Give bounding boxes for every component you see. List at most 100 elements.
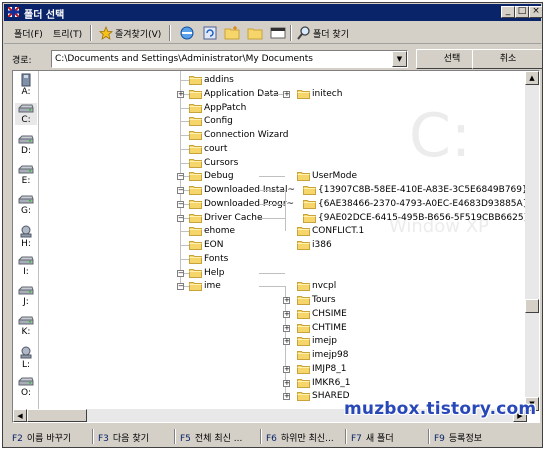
status-shortcut-f5[interactable]: F5 전체 최신 ... — [180, 431, 242, 444]
tree-node-label: {6AE38466-2370-4793-A0EC-E4683D93885A} — [318, 198, 527, 209]
tree-node[interactable]: Debug — [189, 169, 234, 183]
tree-guide-line — [259, 286, 285, 288]
tree-node[interactable]: court — [189, 142, 227, 156]
menu-tree[interactable]: 트리(T) — [53, 27, 82, 40]
view-icon[interactable] — [270, 25, 286, 41]
tree-node-label: Fonts — [204, 253, 229, 264]
drive-k[interactable]: K: — [15, 315, 37, 337]
menu-find-folder[interactable]: 폴더 찾기 — [313, 27, 349, 40]
tree-node[interactable]: imejp — [297, 334, 337, 348]
drive-l[interactable]: L: — [15, 346, 37, 370]
folder-icon — [189, 254, 202, 264]
folder-icon — [303, 186, 316, 195]
tree-node[interactable]: Cursors — [189, 156, 238, 170]
refresh-icon[interactable] — [202, 25, 218, 41]
status-shortcut-f9[interactable]: F9 등록정보 — [434, 431, 482, 444]
tree-node[interactable]: {6AE38466-2370-4793-A0EC-E4683D93885A} — [303, 197, 527, 211]
tree-node[interactable]: {9AE02DCE-6415-495B-B656-5F519CBB6625} — [303, 211, 527, 225]
tree-node[interactable]: Connection Wizard — [189, 128, 288, 142]
tree-node-label: Tours — [312, 295, 336, 305]
scroll-up-icon[interactable]: ▲ — [525, 71, 539, 85]
tree-node[interactable]: imejp98 — [297, 348, 348, 362]
drive-e[interactable]: E: — [15, 164, 37, 186]
drive-i[interactable]: I: — [15, 255, 37, 277]
expand-icon[interactable]: + — [283, 393, 290, 401]
tree-node[interactable]: Fonts — [189, 252, 228, 266]
drive-label: J: — [23, 297, 29, 308]
status-shortcut-f3[interactable]: F3 다음 찾기 — [98, 431, 149, 444]
scroll-thumb[interactable] — [525, 299, 539, 313]
minimize-button[interactable]: _ — [501, 6, 515, 18]
close-button[interactable]: × — [529, 6, 542, 18]
collapse-icon[interactable]: − — [177, 283, 184, 291]
hard-drive-icon — [18, 135, 34, 144]
tree-node[interactable]: CHTIME — [297, 321, 347, 335]
ie-icon[interactable] — [179, 25, 195, 41]
tree-node-label: imejp98 — [312, 350, 349, 360]
drive-c[interactable]: C: — [15, 103, 37, 126]
tree-node[interactable]: EON — [189, 238, 224, 252]
collapse-icon[interactable]: − — [177, 173, 184, 181]
folder-icon — [189, 76, 202, 85]
chevron-down-icon[interactable]: ▼ — [392, 51, 407, 67]
expand-icon[interactable]: + — [283, 90, 290, 98]
tree-node[interactable]: Tours — [297, 293, 336, 307]
tree-node[interactable]: AppPatch — [189, 101, 246, 115]
tree-node[interactable]: IMKR6_1 — [297, 376, 351, 390]
drive-j[interactable]: J: — [15, 285, 37, 307]
expand-icon[interactable]: + — [283, 324, 290, 332]
tree-guide-line — [259, 93, 285, 95]
tree-node[interactable]: SHARED — [297, 389, 350, 403]
drive-label: K: — [21, 327, 31, 338]
tree-node[interactable]: Config — [189, 114, 233, 128]
tree-node[interactable]: nvcpl — [297, 279, 336, 293]
drive-h[interactable]: H: — [15, 225, 37, 249]
title-bar[interactable]: 폴더 선택 _ □ × — [4, 4, 542, 21]
expand-icon[interactable]: + — [177, 90, 184, 98]
tree-node[interactable]: Help — [189, 266, 225, 280]
tree-node[interactable]: IMJP8_1 — [297, 362, 346, 376]
expand-icon[interactable]: + — [283, 379, 290, 387]
shortcut-label: 다음 찾기 — [112, 434, 149, 444]
tree-node[interactable]: i386 — [297, 238, 332, 252]
drive-o[interactable]: O: — [15, 376, 37, 398]
status-shortcut-f2[interactable]: F2 이름 바꾸기 — [12, 431, 71, 444]
hscroll-thumb[interactable] — [27, 409, 87, 422]
tree-node[interactable]: CONFLICT.1 — [297, 224, 364, 238]
status-shortcut-f7[interactable]: F7 새 폴더 — [351, 431, 394, 444]
tree-node[interactable]: initech — [297, 87, 342, 101]
collapse-icon[interactable]: − — [177, 187, 184, 194]
expand-icon[interactable]: + — [283, 365, 290, 373]
status-shortcut-f6[interactable]: F6 하위만 최신... — [266, 431, 334, 444]
new-folder-icon[interactable] — [224, 25, 240, 41]
tree-node[interactable]: addins — [189, 73, 234, 87]
maximize-button[interactable]: □ — [515, 6, 529, 18]
tree-node[interactable]: CHSIME — [297, 307, 347, 321]
menu-folder[interactable]: 폴더(F) — [14, 27, 43, 40]
scroll-left-icon[interactable]: ◀ — [13, 409, 27, 422]
tree-node[interactable]: {13907C8B-58EE-410E-A83E-3C5E6849B769} — [303, 183, 527, 197]
expand-icon[interactable]: + — [283, 338, 290, 346]
folder-icon — [189, 172, 202, 182]
collapse-icon[interactable]: − — [177, 200, 184, 208]
drive-d[interactable]: D: — [15, 134, 37, 156]
expand-icon[interactable]: + — [283, 297, 290, 304]
path-value[interactable]: C:\Documents and Settings\Administrator\… — [55, 54, 313, 64]
drive-g[interactable]: G: — [15, 194, 37, 216]
tree-node[interactable]: Driver Cache — [189, 211, 263, 225]
drive-a[interactable]: A: — [15, 73, 37, 97]
folder-icon[interactable] — [247, 25, 263, 41]
vertical-scrollbar[interactable]: ▲ ▼ — [525, 71, 539, 411]
tree-node[interactable]: ehome — [189, 224, 235, 238]
tree-guide-line — [180, 80, 189, 81]
collapse-icon[interactable]: − — [177, 269, 184, 277]
search-icon — [297, 26, 310, 40]
collapse-icon[interactable]: − — [177, 214, 184, 222]
menu-favorites[interactable]: 즐겨찾기(V) — [115, 27, 161, 40]
expand-icon[interactable]: + — [283, 310, 290, 318]
tree-node[interactable]: ime — [189, 279, 221, 293]
tree-node[interactable]: UserMode — [297, 169, 357, 183]
shortcut-label: 하위만 최신... — [280, 434, 334, 444]
path-combobox[interactable]: C:\Documents and Settings\Administrator\… — [51, 50, 408, 68]
cancel-button[interactable]: 취소 — [472, 49, 542, 69]
